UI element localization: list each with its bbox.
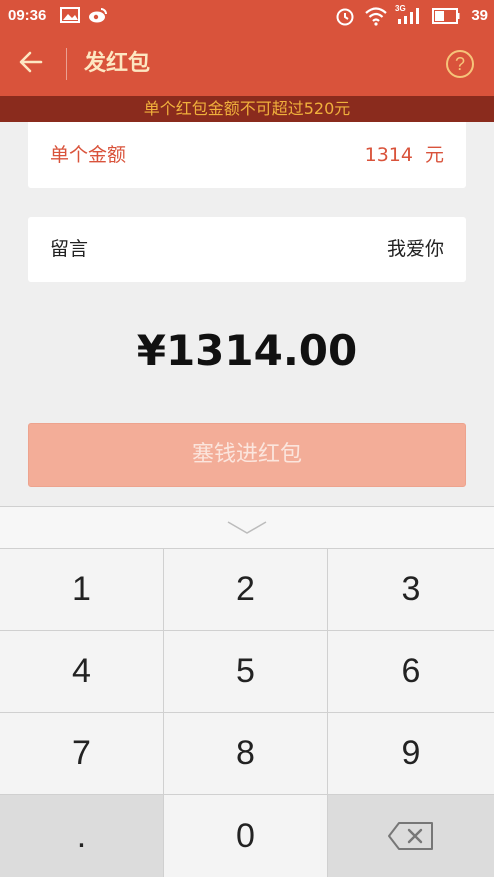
submit-red-packet-button[interactable]: 塞钱进红包 [28, 423, 466, 487]
key-0[interactable]: 0 [164, 795, 328, 877]
amount-value-group: 1314 元 [365, 122, 444, 188]
key-4[interactable]: 4 [0, 631, 164, 713]
message-input[interactable]: 我爱你 [387, 217, 444, 282]
key-6[interactable]: 6 [328, 631, 494, 713]
picture-icon [60, 6, 80, 29]
amount-input[interactable]: 1314 [365, 144, 413, 166]
key-1[interactable]: 1 [0, 549, 164, 631]
amount-unit: 元 [424, 144, 444, 166]
battery-icon [432, 8, 460, 29]
back-button[interactable] [14, 48, 48, 80]
page-title: 发红包 [84, 51, 151, 76]
numeric-keypad: 1 2 3 4 5 6 7 8 9 . 0 [0, 506, 494, 877]
key-decimal[interactable]: . [0, 795, 164, 877]
key-3[interactable]: 3 [328, 549, 494, 631]
chevron-down-icon [227, 521, 267, 534]
weibo-icon [88, 6, 108, 29]
app-bar: 发红包 ? [0, 32, 494, 96]
key-7[interactable]: 7 [0, 713, 164, 795]
key-2[interactable]: 2 [164, 549, 328, 631]
keypad-collapse-bar[interactable] [0, 507, 494, 549]
status-time: 09:36 [8, 7, 47, 24]
status-bar: 09:36 3G 39 [0, 0, 494, 32]
alarm-icon [335, 6, 355, 31]
message-label: 留言 [50, 238, 89, 260]
total-amount: ¥1314.00 [136, 326, 358, 375]
message-row[interactable]: 留言 我爱你 [28, 217, 466, 282]
help-button[interactable]: ? [446, 50, 474, 78]
backspace-icon [388, 822, 433, 850]
backspace-key[interactable] [328, 795, 494, 877]
amount-limit-warning: 单个红包金额不可超过520元 [0, 96, 494, 122]
signal-icon [396, 8, 422, 29]
key-5[interactable]: 5 [164, 631, 328, 713]
header-divider [66, 48, 67, 80]
key-9[interactable]: 9 [328, 713, 494, 795]
help-icon: ? [454, 53, 465, 74]
back-arrow-icon [19, 51, 43, 77]
key-8[interactable]: 8 [164, 713, 328, 795]
amount-row[interactable]: 单个金额 1314 元 [28, 122, 466, 188]
wifi-icon [365, 6, 387, 31]
battery-level: 39 [471, 7, 488, 24]
amount-label: 单个金额 [50, 144, 127, 166]
